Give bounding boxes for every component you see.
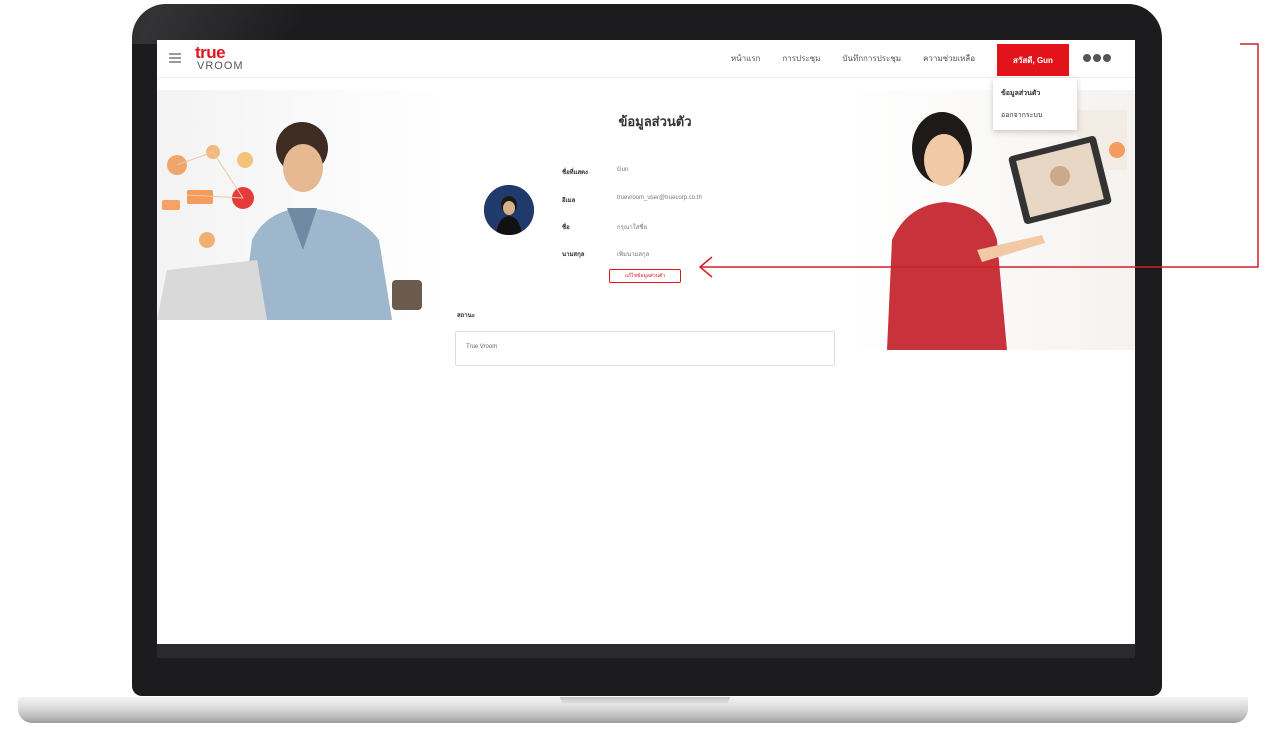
laptop-mockup: true VROOM หน้าแรก การประชุม บันทึกการปร… <box>0 0 1266 733</box>
annotation-arrow <box>698 43 1259 278</box>
